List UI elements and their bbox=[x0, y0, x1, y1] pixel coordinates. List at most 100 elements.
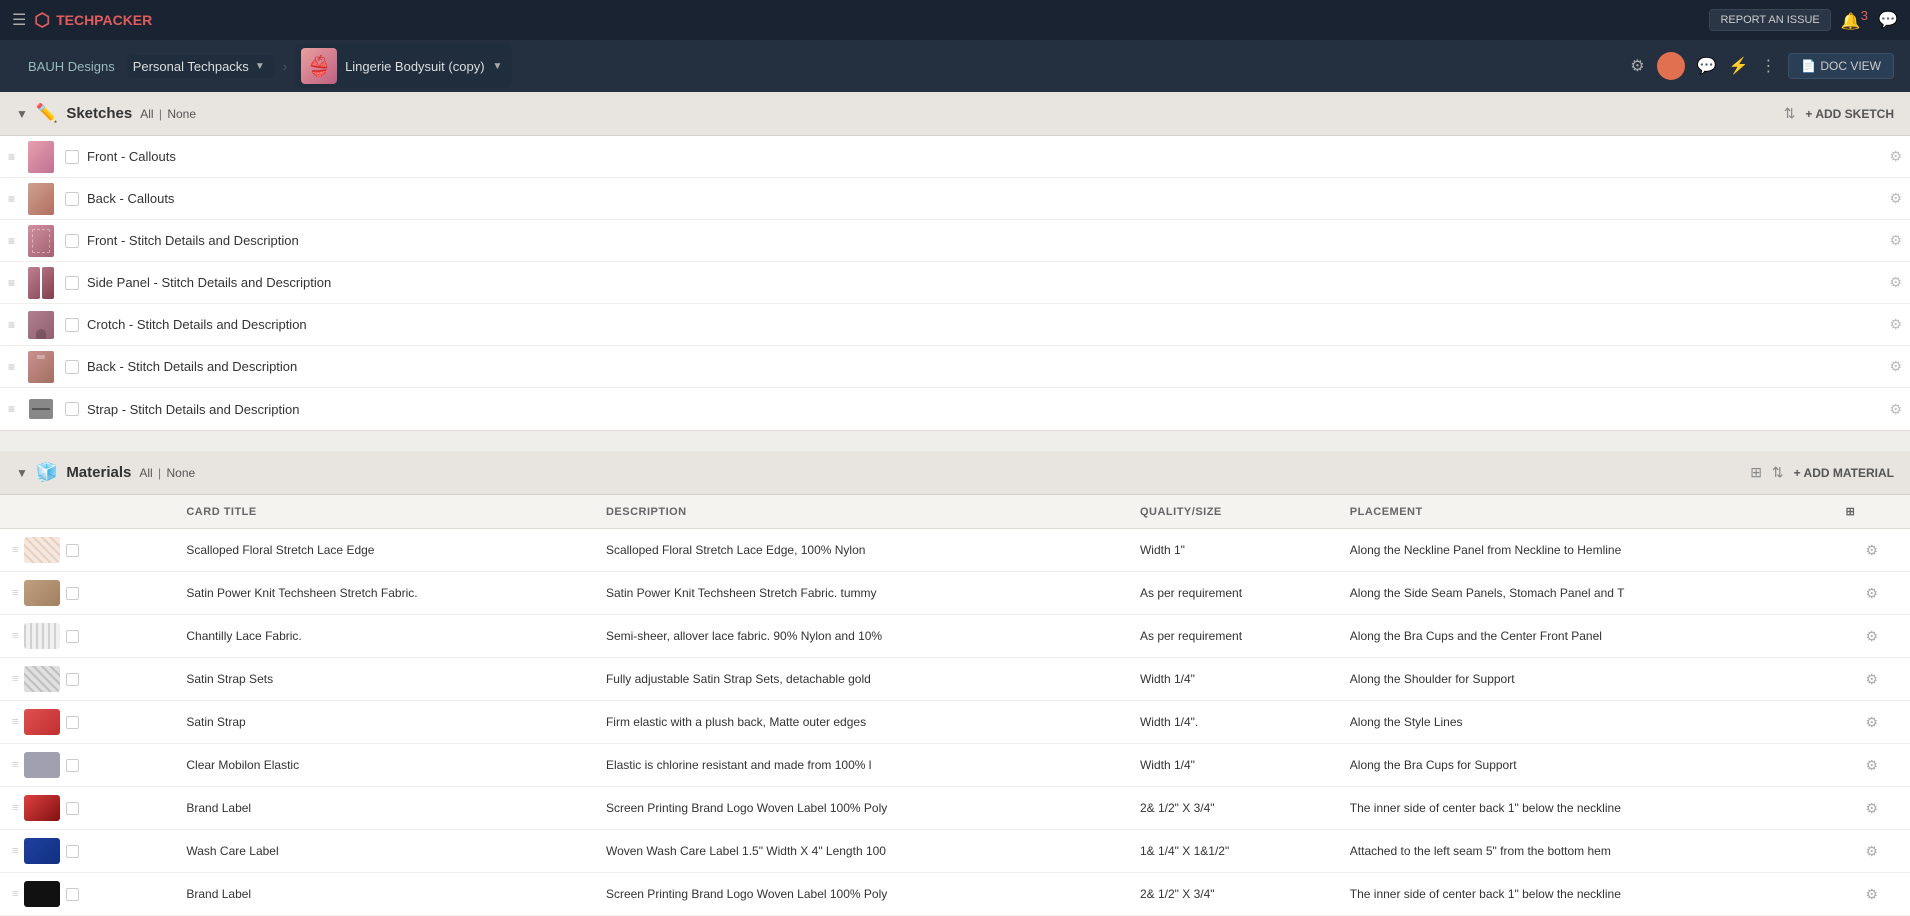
user-avatar[interactable] bbox=[1657, 52, 1685, 80]
drag-handle-icon[interactable]: ≡ bbox=[8, 318, 15, 332]
mat-drag-handle-icon[interactable]: ≡ bbox=[12, 544, 18, 556]
add-material-button[interactable]: + ADD MATERIAL bbox=[1794, 466, 1894, 480]
product-label: Lingerie Bodysuit (copy) bbox=[345, 59, 484, 74]
hamburger-icon[interactable]: ☰ bbox=[12, 10, 26, 30]
mat-description-cell: Elastic is chlorine resistant and made f… bbox=[594, 744, 1128, 787]
drag-handle-icon[interactable]: ≡ bbox=[8, 192, 15, 206]
second-nav-right: ⚙ 💬 ⚡ ⋮ 📄 DOC VIEW bbox=[1630, 52, 1894, 80]
mat-settings-icon[interactable]: ⚙ bbox=[1866, 628, 1879, 645]
sketch-settings-icon[interactable]: ⚙ bbox=[1889, 190, 1902, 207]
mat-checkbox[interactable] bbox=[66, 888, 79, 901]
sketches-toggle-icon[interactable]: ▼ bbox=[16, 107, 28, 121]
sort-icon[interactable]: ⇅ bbox=[1784, 105, 1796, 122]
mat-title-cell: Satin Strap Sets bbox=[174, 658, 594, 701]
mat-description-cell: Screen Printing Brand Logo Woven Label 1… bbox=[594, 873, 1128, 916]
product-selector[interactable]: 👙 Lingerie Bodysuit (copy) ▼ bbox=[295, 44, 512, 88]
mat-placement-cell: Along the Bra Cups and the Center Front … bbox=[1338, 615, 1834, 658]
mat-thumb-cell: ≡ bbox=[0, 615, 174, 658]
mat-checkbox[interactable] bbox=[66, 802, 79, 815]
filter-all-link[interactable]: All bbox=[140, 107, 153, 121]
brand-logo[interactable]: ⬡ TECHPACKER bbox=[34, 10, 152, 31]
sketch-settings-icon[interactable]: ⚙ bbox=[1889, 232, 1902, 249]
mat-settings-icon[interactable]: ⚙ bbox=[1866, 585, 1879, 602]
mat-drag-handle-icon[interactable]: ≡ bbox=[12, 587, 18, 599]
sketch-settings-icon[interactable]: ⚙ bbox=[1889, 358, 1902, 375]
sketch-checkbox[interactable] bbox=[65, 318, 79, 332]
materials-filter-all-link[interactable]: All bbox=[139, 466, 152, 480]
mat-drag-handle-icon[interactable]: ≡ bbox=[12, 673, 18, 685]
mat-settings-icon[interactable]: ⚙ bbox=[1866, 714, 1879, 731]
filter-icon[interactable]: ⚡ bbox=[1728, 56, 1748, 76]
comment-icon[interactable]: 💬 bbox=[1697, 56, 1717, 76]
materials-sort-icon[interactable]: ⇅ bbox=[1772, 464, 1784, 481]
mat-title-cell: Chantilly Lace Fabric. bbox=[174, 615, 594, 658]
sketch-checkbox[interactable] bbox=[65, 234, 79, 248]
materials-filter-none-link[interactable]: None bbox=[167, 466, 196, 480]
filter-none-link[interactable]: None bbox=[167, 107, 196, 121]
mat-drag-handle-icon[interactable]: ≡ bbox=[12, 630, 18, 642]
spacer bbox=[0, 431, 1910, 451]
mat-drag-handle-icon[interactable]: ≡ bbox=[12, 716, 18, 728]
sketch-thumbnail bbox=[25, 183, 57, 215]
mat-checkbox[interactable] bbox=[66, 630, 79, 643]
mat-checkbox[interactable] bbox=[66, 673, 79, 686]
sketch-checkbox[interactable] bbox=[65, 360, 79, 374]
mat-drag-handle-icon[interactable]: ≡ bbox=[12, 845, 18, 857]
mat-settings-icon[interactable]: ⚙ bbox=[1866, 757, 1879, 774]
sketch-settings-icon[interactable]: ⚙ bbox=[1889, 401, 1902, 418]
drag-handle-icon[interactable]: ≡ bbox=[8, 234, 15, 248]
sketch-checkbox[interactable] bbox=[65, 150, 79, 164]
sketch-thumbnail bbox=[25, 393, 57, 425]
workspace-crumb[interactable]: BAUH Designs bbox=[16, 59, 127, 74]
sketch-settings-icon[interactable]: ⚙ bbox=[1889, 274, 1902, 291]
mat-drag-handle-icon[interactable]: ≡ bbox=[12, 802, 18, 814]
sketch-checkbox[interactable] bbox=[65, 192, 79, 206]
sketch-checkbox[interactable] bbox=[65, 276, 79, 290]
drag-handle-icon[interactable]: ≡ bbox=[8, 276, 15, 290]
doc-view-button[interactable]: 📄 DOC VIEW bbox=[1788, 53, 1894, 79]
add-sketch-button[interactable]: + ADD SKETCH bbox=[1805, 107, 1894, 121]
report-issue-button[interactable]: REPORT AN ISSUE bbox=[1709, 9, 1830, 31]
sketch-settings-icon[interactable]: ⚙ bbox=[1889, 148, 1902, 165]
materials-grid-icon[interactable]: ⊞ bbox=[1750, 464, 1762, 481]
mat-placement-cell: Along the Style Lines bbox=[1338, 701, 1834, 744]
sketch-checkbox[interactable] bbox=[65, 402, 79, 416]
mat-settings-icon[interactable]: ⚙ bbox=[1866, 542, 1879, 559]
mat-settings-icon[interactable]: ⚙ bbox=[1866, 843, 1879, 860]
mat-thumbnail bbox=[24, 881, 60, 907]
techpack-selector[interactable]: Personal Techpacks ▼ bbox=[127, 55, 275, 78]
table-columns-icon[interactable]: ⊞ bbox=[1846, 506, 1856, 518]
mat-checkbox[interactable] bbox=[66, 716, 79, 729]
mat-drag-handle-icon[interactable]: ≡ bbox=[12, 888, 18, 900]
drag-handle-icon[interactable]: ≡ bbox=[8, 360, 15, 374]
mat-settings-icon[interactable]: ⚙ bbox=[1866, 800, 1879, 817]
notif-count: 3 bbox=[1861, 8, 1868, 23]
mat-checkbox[interactable] bbox=[66, 759, 79, 772]
mat-actions-cell: ⚙ bbox=[1834, 873, 1910, 916]
sketch-thumbnail bbox=[25, 225, 57, 257]
mat-placement-cell: Attached to the left seam 5" from the bo… bbox=[1338, 830, 1834, 873]
drag-handle-icon[interactable]: ≡ bbox=[8, 402, 15, 416]
materials-section: Card Title DESCRIPTION QUALITY/SIZE PLAC… bbox=[0, 495, 1910, 916]
sketch-settings-icon[interactable]: ⚙ bbox=[1889, 316, 1902, 333]
sketch-list-item: ≡ Front - Callouts ⚙ bbox=[0, 136, 1910, 178]
settings-icon[interactable]: ⚙ bbox=[1630, 56, 1644, 76]
mat-actions-cell: ⚙ bbox=[1834, 658, 1910, 701]
more-options-icon[interactable]: ⋮ bbox=[1760, 56, 1776, 76]
top-nav-right: REPORT AN ISSUE 🔔3 💬 bbox=[1709, 8, 1898, 31]
mat-checkbox[interactable] bbox=[66, 587, 79, 600]
mat-settings-icon[interactable]: ⚙ bbox=[1866, 671, 1879, 688]
materials-toggle-icon[interactable]: ▼ bbox=[16, 466, 28, 480]
mat-settings-icon[interactable]: ⚙ bbox=[1866, 886, 1879, 903]
mat-checkbox[interactable] bbox=[66, 845, 79, 858]
mat-thumb-cell: ≡ bbox=[0, 744, 174, 787]
table-row: ≡ Brand Label Screen Printing Brand Logo… bbox=[0, 873, 1910, 916]
mat-drag-handle-icon[interactable]: ≡ bbox=[12, 759, 18, 771]
table-row: ≡ Brand Label Screen Printing Brand Logo… bbox=[0, 787, 1910, 830]
materials-section-icon: 🧊 bbox=[36, 462, 58, 483]
notification-icon[interactable]: 🔔3 bbox=[1841, 8, 1868, 31]
chat-icon[interactable]: 💬 bbox=[1878, 10, 1898, 30]
drag-handle-icon[interactable]: ≡ bbox=[8, 150, 15, 164]
mat-checkbox[interactable] bbox=[66, 544, 79, 557]
mat-description-cell: Fully adjustable Satin Strap Sets, detac… bbox=[594, 658, 1128, 701]
